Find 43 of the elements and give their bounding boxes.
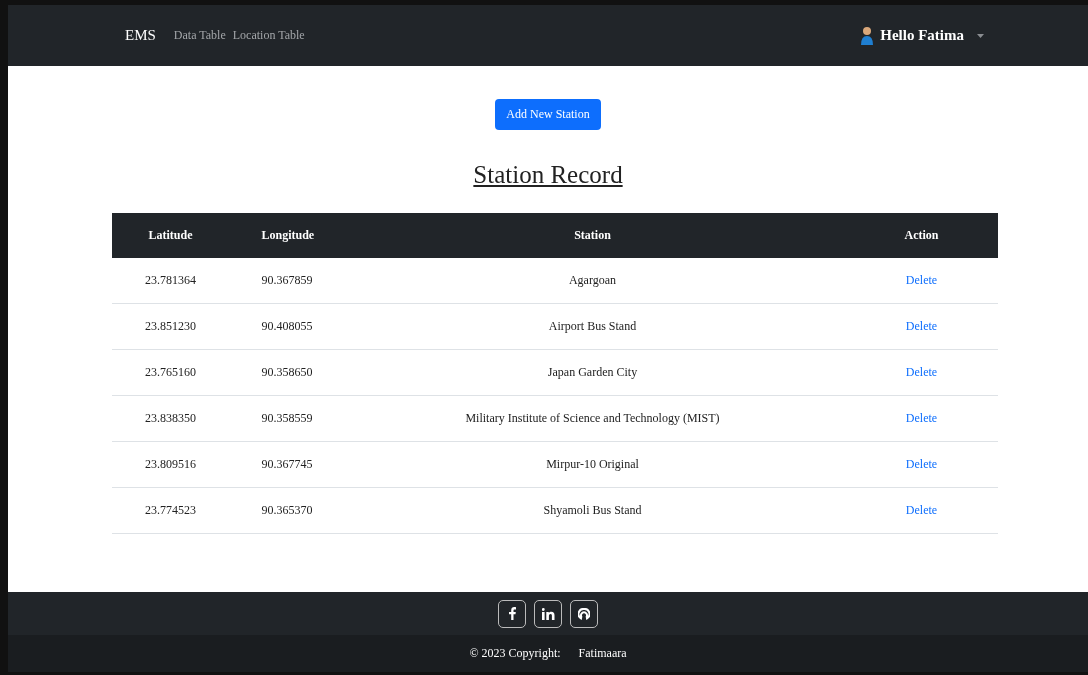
copyright-text: © 2023 Copyright: xyxy=(469,646,561,661)
table-cell-text: 23.851230 xyxy=(144,319,197,334)
table-cell-text: 90.367745 xyxy=(260,457,314,472)
table-cell-text: 90.365370 xyxy=(260,503,314,518)
table-cell-text: 90.408055 xyxy=(260,319,314,334)
nav-link[interactable]: Location Table xyxy=(232,28,305,43)
table-cell-text: Airport Bus Stand xyxy=(547,319,638,334)
table-cell-text: Military Institute of Science and Technology (MIST) xyxy=(464,411,721,426)
delete-link[interactable]: Delete xyxy=(905,503,938,517)
table-cell-text: Japan Garden City xyxy=(546,365,639,380)
page-heading: Station Record xyxy=(473,161,623,189)
column-header: Latitude xyxy=(147,228,194,243)
user-avatar-icon xyxy=(860,25,875,46)
delete-link[interactable]: Delete xyxy=(905,319,938,333)
table-cell-text: 23.765160 xyxy=(144,365,197,380)
table-cell-text: 23.781364 xyxy=(144,273,197,288)
social-button[interactable] xyxy=(534,599,562,628)
column-header: Action xyxy=(903,228,940,243)
table-cell-text: 23.774523 xyxy=(144,503,197,518)
linkedin-icon xyxy=(541,607,555,620)
caret-icon[interactable] xyxy=(977,33,984,38)
social-button[interactable] xyxy=(570,599,598,628)
table-cell-text: 90.358650 xyxy=(260,365,314,380)
delete-link[interactable]: Delete xyxy=(905,457,938,471)
delete-link[interactable]: Delete xyxy=(905,365,938,379)
brand-link[interactable]: EMS xyxy=(125,27,156,44)
table-cell-text: Mirpur-10 Original xyxy=(545,457,640,472)
user-menu[interactable]: Hello Fatima xyxy=(880,27,964,44)
social-button[interactable] xyxy=(498,599,526,628)
author-link[interactable]: Fatimaara xyxy=(578,646,627,661)
column-header: Station xyxy=(573,228,612,243)
facebook-icon xyxy=(508,607,516,620)
table-cell-text: 90.358559 xyxy=(260,411,314,426)
table-cell-text: Agargoan xyxy=(567,273,618,288)
delete-link[interactable]: Delete xyxy=(905,273,938,287)
nav-link[interactable]: Data Table xyxy=(173,28,226,43)
table-cell-text: 23.838350 xyxy=(144,411,197,426)
delete-link[interactable]: Delete xyxy=(905,411,938,425)
add-station-button[interactable]: Add New Station xyxy=(495,99,601,130)
table-cell-text: 90.367859 xyxy=(260,273,314,288)
column-header: Longitude xyxy=(260,228,316,243)
table-cell-text: 23.809516 xyxy=(144,457,197,472)
table-cell-text: Shyamoli Bus Stand xyxy=(542,503,643,518)
